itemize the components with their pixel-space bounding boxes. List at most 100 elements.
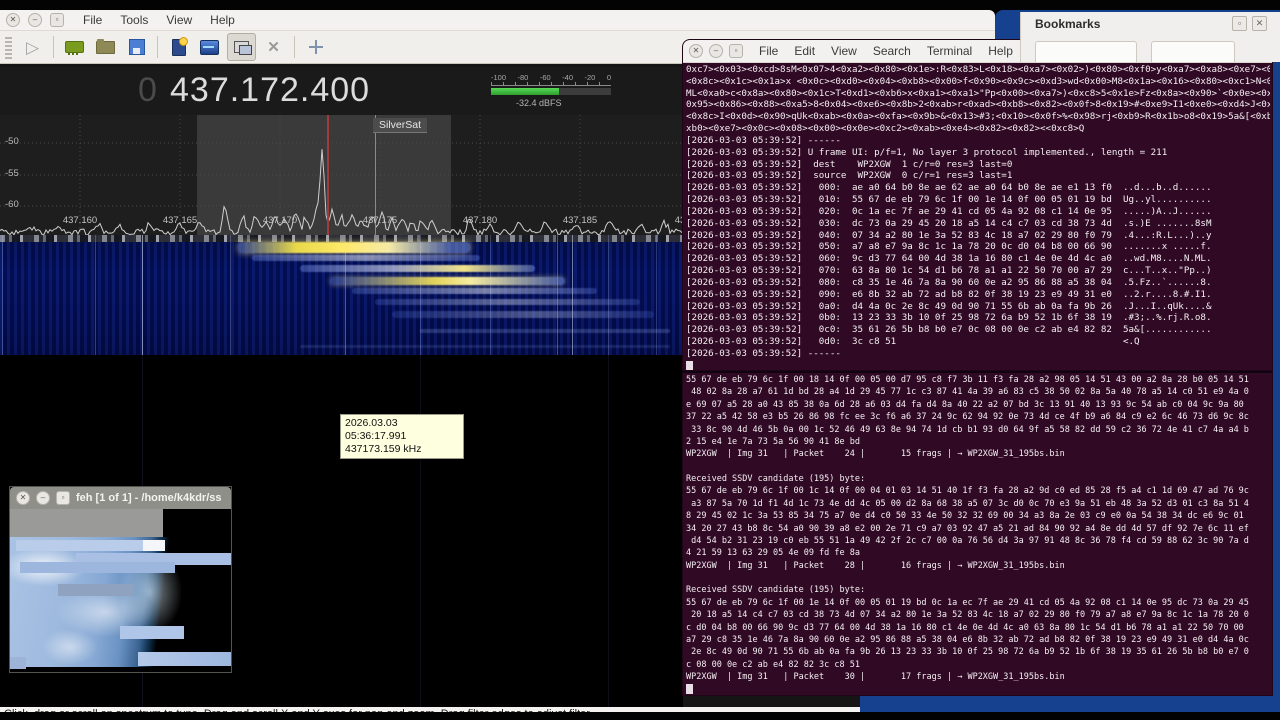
terminal-line: WP2XGW | Img 31 | Packet 30 | 17 frags |… bbox=[686, 671, 1270, 683]
terminal-line: WP2XGW | Img 31 | Packet 28 | 16 frags |… bbox=[686, 560, 1270, 572]
menu[interactable]: View bbox=[823, 42, 865, 60]
dock-float-icon[interactable]: ▫ bbox=[1232, 16, 1247, 31]
dock-close-icon[interactable]: ✕ bbox=[1252, 16, 1267, 31]
terminal-line: e 69 07 a5 28 a0 43 85 38 0a 6d 28 a6 03… bbox=[686, 399, 1270, 411]
pan-glyph bbox=[308, 39, 324, 55]
terminal-line: 48 02 8a 28 a7 61 1d bd 28 a4 1d 29 45 7… bbox=[686, 386, 1270, 398]
signal-trace bbox=[252, 255, 480, 261]
terminal-line: xb0><0xe7><0x0c><0x08><0x00><0x0e><0xc2>… bbox=[686, 123, 1270, 135]
undecoded-block bbox=[58, 584, 134, 596]
terminal2-output[interactable]: 55 67 de eb 79 6c 1f 00 18 14 0f 00 05 0… bbox=[683, 373, 1272, 683]
menu[interactable]: Terminal bbox=[919, 42, 980, 60]
menu[interactable]: Search bbox=[865, 42, 919, 60]
pan-arrows-icon[interactable] bbox=[302, 34, 329, 60]
tuning-line[interactable] bbox=[327, 115, 329, 235]
x-tick-label: 437.170 bbox=[252, 215, 308, 226]
terminal-line: [2026-03-03 05:39:52] 050: a7 a8 e7 9a 8… bbox=[686, 241, 1270, 253]
feh-titlebar[interactable]: ✕ – ▫ feh [1 of 1] - /home/k4kdr/ss bbox=[10, 487, 231, 509]
signal-trace bbox=[392, 311, 654, 318]
remote-control-icon[interactable] bbox=[227, 33, 256, 61]
bookmarks-field[interactable] bbox=[1151, 41, 1235, 62]
meter-tick: -100 bbox=[491, 73, 506, 82]
floppy-glyph bbox=[129, 39, 145, 55]
undecoded-block bbox=[20, 562, 175, 573]
maximize-icon[interactable]: ▫ bbox=[729, 44, 743, 58]
spectrum-display-icon[interactable] bbox=[196, 34, 223, 60]
undecoded-block bbox=[10, 509, 163, 537]
undecoded-block bbox=[120, 626, 184, 639]
bookmark-tag[interactable]: SilverSat bbox=[373, 118, 427, 133]
waterfall-line bbox=[142, 235, 143, 355]
feh-window: ✕ – ▫ feh [1 of 1] - /home/k4kdr/ss bbox=[10, 487, 231, 672]
terminal-line: [2026-03-03 05:39:52] 030: dc 73 0a 29 4… bbox=[686, 218, 1270, 230]
close-icon[interactable]: ✕ bbox=[16, 491, 30, 505]
terminal-line: 8 29 45 02 1c 3a 53 85 34 75 a7 0e d4 c0… bbox=[686, 510, 1270, 522]
minimize-icon[interactable]: – bbox=[28, 13, 42, 27]
y-tick-label: -55 bbox=[5, 168, 19, 179]
open-folder-icon[interactable] bbox=[92, 34, 119, 60]
meter-bar bbox=[491, 88, 611, 95]
terminal-line: d4 54 b2 31 23 19 c0 eb 55 51 1a 49 42 2… bbox=[686, 535, 1270, 547]
close-icon[interactable]: ✕ bbox=[689, 44, 703, 58]
menu[interactable]: File bbox=[751, 42, 786, 60]
terminal-line: [2026-03-03 05:39:52] 0a0: d4 4a 0c 2e 8… bbox=[686, 301, 1270, 313]
terminal-cursor bbox=[686, 684, 693, 694]
minimize-icon[interactable]: – bbox=[709, 44, 723, 58]
close-icon[interactable]: ✕ bbox=[6, 13, 20, 27]
terminal-line: a3 87 5a 70 1d f1 4d 1c 73 4e dd 4c 05 0… bbox=[686, 498, 1270, 510]
book-glyph bbox=[172, 39, 186, 56]
signal-trace bbox=[420, 329, 670, 333]
screen-bottom-strip bbox=[0, 712, 1280, 720]
terminal-line: [2026-03-03 05:39:52] ------ bbox=[686, 135, 1270, 147]
pc-glyph bbox=[234, 41, 249, 53]
signal-meter: -100 -80 -60 -40 -20 0 -32.4 dBFS bbox=[488, 73, 614, 113]
save-floppy-icon[interactable] bbox=[123, 34, 150, 60]
toolbar-grip[interactable] bbox=[5, 35, 12, 59]
background-window-bottom bbox=[860, 695, 1280, 712]
terminal-line: [2026-03-03 05:39:52] 0d0: 3c c8 51 <.Q bbox=[686, 336, 1270, 348]
folder-glyph bbox=[96, 41, 115, 54]
signal-trace bbox=[375, 299, 640, 305]
play-icon[interactable]: ▷ bbox=[19, 34, 46, 60]
tools-icon[interactable]: ✕ bbox=[260, 34, 287, 60]
frequency-leading-zero: 0 bbox=[138, 71, 157, 110]
maximize-icon[interactable]: ▫ bbox=[56, 491, 70, 505]
menu[interactable]: Edit bbox=[786, 42, 823, 60]
x-tick-label: 437. bbox=[656, 215, 683, 226]
signal-trace bbox=[352, 288, 597, 294]
minimize-icon[interactable]: – bbox=[36, 491, 50, 505]
maximize-icon[interactable]: ▫ bbox=[50, 13, 64, 27]
terminal-line: [2026-03-03 05:39:52] 080: c8 35 1e 46 7… bbox=[686, 277, 1270, 289]
spectrum-plot[interactable]: SilverSat -50 -55 -60 437.160 437.165 437.17… bbox=[0, 115, 683, 235]
terminal-line: [2026-03-03 05:39:52] 000: ae a0 64 b0 8… bbox=[686, 182, 1270, 194]
separator bbox=[53, 36, 54, 58]
meter-tick: -60 bbox=[540, 73, 551, 82]
bookmarks-panel: Bookmarks ▫ ✕ bbox=[1020, 12, 1280, 62]
iq-ram-icon[interactable] bbox=[61, 34, 88, 60]
bookmarks-title: Bookmarks bbox=[1035, 17, 1100, 31]
terminal-line: <0x8c><0x1c><0x1a>x <0x0c><0xd0><0x04><0… bbox=[686, 76, 1270, 88]
new-bookmark-icon[interactable] bbox=[165, 34, 192, 60]
undecoded-block bbox=[10, 657, 26, 669]
menu[interactable]: Help bbox=[201, 11, 244, 29]
terminal1-output[interactable]: 0xc7><0x03><0xcd>8sM<0x07>4<0xa2><0x80><… bbox=[683, 63, 1272, 360]
frequency-value[interactable]: 437.172.400 bbox=[170, 71, 370, 110]
waterfall-line bbox=[608, 355, 609, 707]
bookmarks-field[interactable] bbox=[1035, 41, 1137, 62]
terminal-cursor bbox=[686, 361, 693, 371]
terminal-line: [2026-03-03 05:39:52] 0c0: 35 61 26 5b b… bbox=[686, 324, 1270, 336]
menu[interactable]: Tools bbox=[111, 11, 157, 29]
x-tick-label: 437.160 bbox=[52, 215, 108, 226]
terminal-line: [2026-03-03 05:39:52] 0b0: 13 23 33 3b 1… bbox=[686, 312, 1270, 324]
menu[interactable]: Help bbox=[980, 42, 1021, 60]
menu[interactable]: View bbox=[157, 11, 201, 29]
undecoded-block bbox=[143, 540, 165, 551]
waterfall-display[interactable] bbox=[0, 235, 683, 355]
y-tick-label: -50 bbox=[5, 136, 19, 147]
menu[interactable]: File bbox=[74, 11, 111, 29]
separator bbox=[157, 36, 158, 58]
undecoded-block bbox=[138, 652, 231, 666]
display-glyph bbox=[200, 40, 219, 55]
signal-trace bbox=[238, 242, 470, 253]
frequency-readout[interactable]: 0 437.172.400 -100 -80 -60 -40 -20 0 -32.4 dB… bbox=[0, 67, 683, 115]
